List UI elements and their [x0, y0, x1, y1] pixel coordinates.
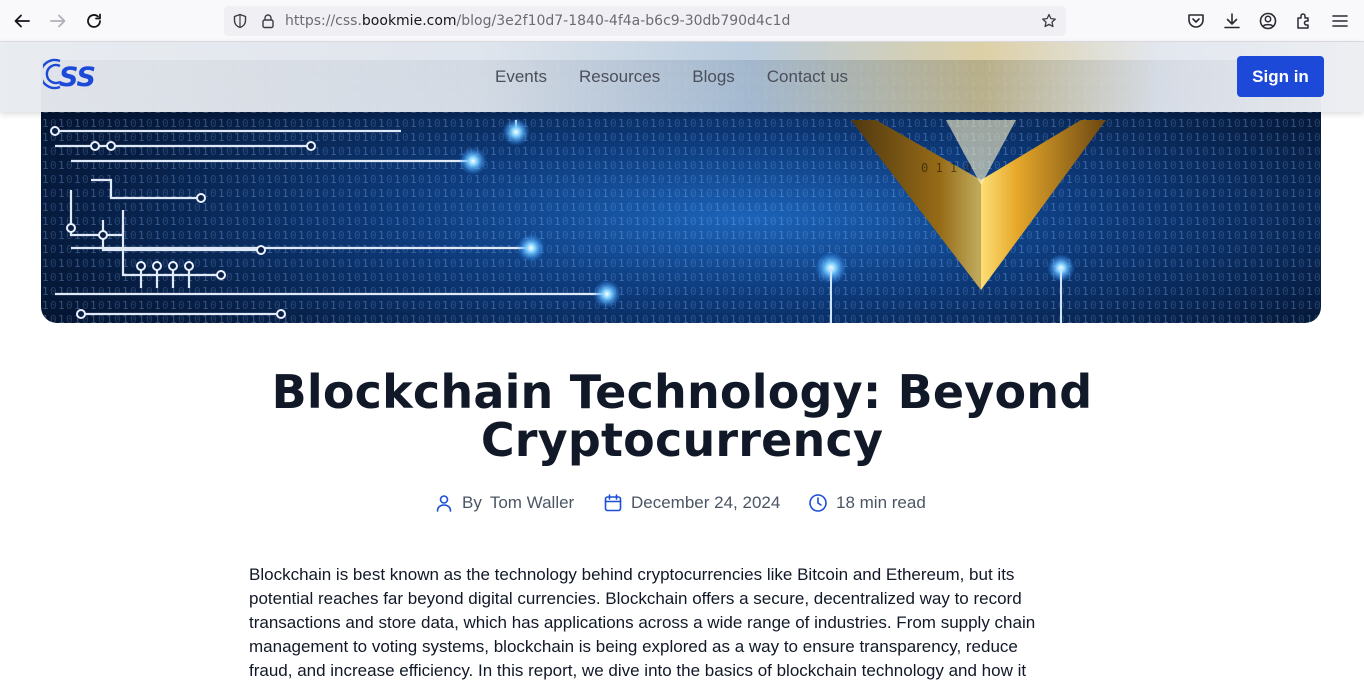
- by-label: By: [462, 493, 482, 512]
- address-bar[interactable]: https://css.bookmie.com/blog/3e2f10d7-18…: [224, 6, 1066, 36]
- site-header: SS Events Resources Blogs Contact us Sig…: [0, 42, 1364, 112]
- nav-blogs[interactable]: Blogs: [692, 67, 735, 87]
- url-prefix: https://css.: [285, 13, 362, 29]
- article-body: Blockchain is best known as the technolo…: [249, 563, 1109, 683]
- nav-events[interactable]: Events: [495, 67, 547, 87]
- download-icon[interactable]: [1222, 11, 1242, 31]
- shield-icon[interactable]: [232, 13, 248, 29]
- menu-icon[interactable]: [1330, 11, 1350, 31]
- read-time-meta: 18 min read: [808, 490, 926, 516]
- forward-icon[interactable]: [46, 9, 70, 33]
- user-icon: [436, 495, 452, 512]
- lock-icon[interactable]: [260, 13, 276, 29]
- article-title-line-1: Blockchain Technology: Beyond: [271, 365, 1093, 419]
- css-logo[interactable]: SS: [39, 57, 115, 93]
- main-nav: Events Resources Blogs Contact us: [495, 67, 880, 87]
- url-text[interactable]: https://css.bookmie.com/blog/3e2f10d7-18…: [285, 13, 790, 29]
- bookmark-star-icon[interactable]: [1041, 13, 1057, 29]
- reload-icon[interactable]: [82, 9, 106, 33]
- body-line: potential reaches far beyond digital cur…: [249, 589, 1022, 608]
- article-title-line-2: Cryptocurrency: [480, 413, 884, 467]
- body-line: management to voting systems, blockchain…: [249, 637, 1018, 656]
- calendar-icon: [604, 494, 622, 512]
- extensions-icon[interactable]: [1294, 11, 1314, 31]
- svg-text:0 1 1 0: 0 1 1 0: [921, 161, 972, 175]
- nav-resources[interactable]: Resources: [579, 67, 660, 87]
- svg-text:SS: SS: [59, 62, 95, 91]
- account-icon[interactable]: [1258, 11, 1278, 31]
- read-time: 18 min read: [836, 493, 926, 512]
- back-icon[interactable]: [10, 9, 34, 33]
- browser-toolbar: https://css.bookmie.com/blog/3e2f10d7-18…: [0, 0, 1364, 42]
- date-meta: December 24, 2024: [603, 490, 780, 516]
- url-path: /blog/3e2f10d7-1840-4f4a-b6c9-30db790d4c…: [456, 13, 791, 29]
- publish-date: December 24, 2024: [631, 493, 781, 512]
- sign-in-button[interactable]: Sign in: [1237, 56, 1324, 97]
- author-meta: By Tom Waller: [434, 490, 574, 516]
- nav-contact-us[interactable]: Contact us: [767, 67, 848, 87]
- body-line: transactions and store data, which has a…: [249, 613, 1036, 632]
- pocket-icon[interactable]: [1186, 11, 1206, 31]
- clock-icon: [809, 494, 827, 512]
- body-line: Blockchain is best known as the technolo…: [249, 565, 1015, 584]
- author-name[interactable]: Tom Waller: [490, 493, 574, 513]
- body-line: fraud, and increase efficiency. In this …: [249, 661, 1027, 680]
- article-title: Blockchain Technology: Beyond Cryptocurr…: [200, 368, 1164, 464]
- url-host: bookmie.com: [361, 13, 457, 29]
